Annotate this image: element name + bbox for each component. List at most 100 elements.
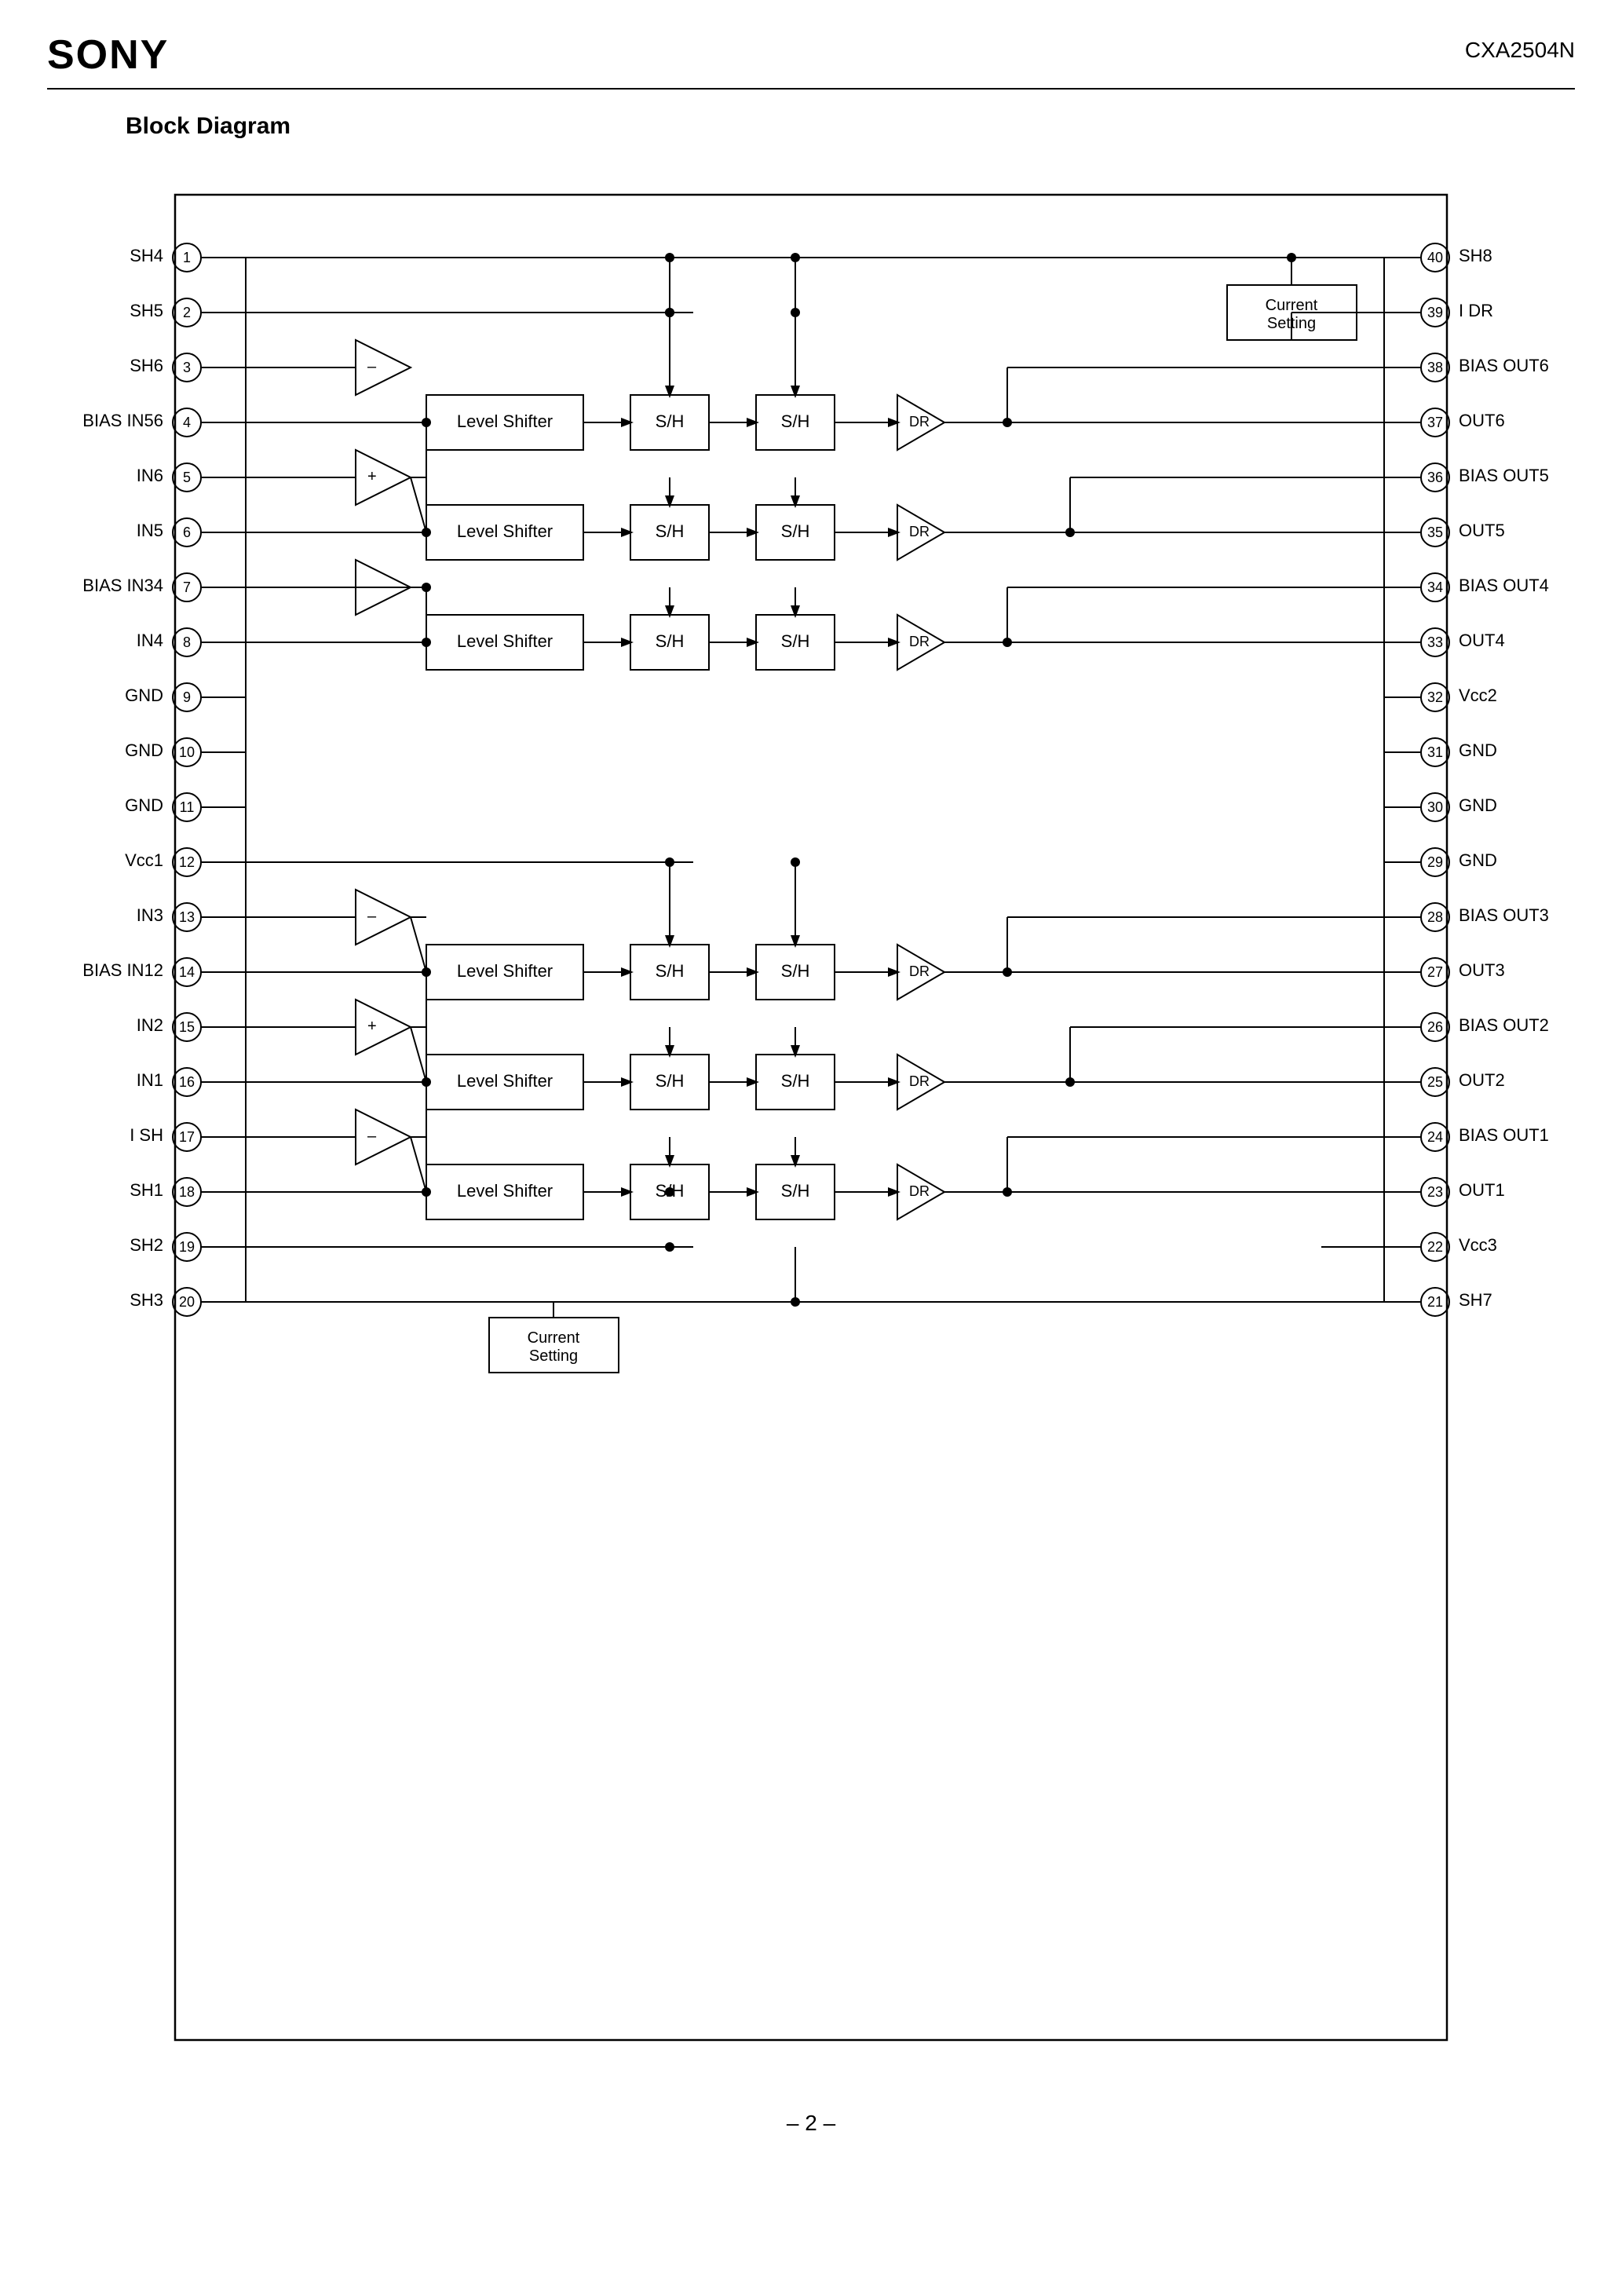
svg-text:33: 33: [1427, 634, 1443, 650]
svg-text:Vcc3: Vcc3: [1459, 1235, 1497, 1255]
svg-text:SH7: SH7: [1459, 1290, 1492, 1310]
svg-text:15: 15: [179, 1019, 195, 1035]
svg-text:24: 24: [1427, 1129, 1443, 1145]
svg-text:S/H: S/H: [656, 961, 685, 981]
svg-text:S/H: S/H: [781, 1071, 810, 1091]
svg-text:18: 18: [179, 1184, 195, 1200]
svg-text:7: 7: [183, 579, 191, 595]
svg-text:S/H: S/H: [781, 411, 810, 431]
svg-text:BIAS IN34: BIAS IN34: [82, 576, 163, 595]
svg-text:+: +: [367, 468, 377, 485]
svg-text:26: 26: [1427, 1019, 1443, 1035]
svg-text:DR: DR: [909, 414, 930, 430]
svg-text:GND: GND: [1459, 740, 1497, 760]
svg-text:20: 20: [179, 1294, 195, 1310]
svg-text:4: 4: [183, 415, 191, 430]
svg-text:SH8: SH8: [1459, 246, 1492, 265]
svg-text:10: 10: [179, 744, 195, 760]
svg-text:34: 34: [1427, 579, 1443, 595]
svg-text:OUT6: OUT6: [1459, 411, 1505, 430]
svg-text:DR: DR: [909, 1073, 930, 1089]
svg-text:37: 37: [1427, 415, 1443, 430]
svg-text:19: 19: [179, 1239, 195, 1255]
svg-text:Vcc1: Vcc1: [125, 850, 163, 870]
svg-text:32: 32: [1427, 689, 1443, 705]
svg-text:22: 22: [1427, 1239, 1443, 1255]
svg-text:SH5: SH5: [130, 301, 163, 320]
svg-text:8: 8: [183, 634, 191, 650]
svg-text:–: –: [367, 1128, 377, 1145]
svg-text:35: 35: [1427, 525, 1443, 540]
svg-text:–: –: [367, 358, 377, 375]
svg-text:DR: DR: [909, 524, 930, 539]
svg-text:Level Shifter: Level Shifter: [457, 1181, 553, 1201]
svg-text:OUT1: OUT1: [1459, 1180, 1505, 1200]
svg-text:S/H: S/H: [781, 631, 810, 651]
svg-text:27: 27: [1427, 964, 1443, 980]
svg-text:Vcc2: Vcc2: [1459, 686, 1497, 705]
svg-text:IN2: IN2: [137, 1015, 163, 1035]
svg-text:11: 11: [180, 799, 195, 815]
svg-text:40: 40: [1427, 250, 1443, 265]
svg-text:S/H: S/H: [656, 631, 685, 651]
svg-text:3: 3: [183, 360, 191, 375]
svg-text:GND: GND: [125, 686, 163, 705]
svg-text:BIAS OUT5: BIAS OUT5: [1459, 466, 1549, 485]
block-diagram-svg: SH4 1 SH5 2 SH6 3 BIAS IN56 4 IN6 5: [65, 171, 1557, 2095]
svg-text:Current: Current: [1266, 297, 1318, 314]
page: SONY CXA2504N Block Diagram SH4 1: [0, 0, 1622, 2296]
block-diagram-container: SH4 1 SH5 2 SH6 3 BIAS IN56 4 IN6 5: [65, 171, 1557, 2095]
svg-text:–: –: [367, 908, 377, 925]
header: SONY CXA2504N: [47, 31, 1575, 90]
svg-text:+: +: [367, 1018, 377, 1035]
svg-text:SH3: SH3: [130, 1290, 163, 1310]
sony-logo: SONY: [47, 31, 169, 79]
svg-text:BIAS OUT4: BIAS OUT4: [1459, 576, 1549, 595]
svg-text:25: 25: [1427, 1074, 1443, 1090]
svg-text:39: 39: [1427, 305, 1443, 320]
svg-text:S/H: S/H: [781, 961, 810, 981]
svg-text:OUT5: OUT5: [1459, 521, 1505, 540]
svg-text:14: 14: [179, 964, 195, 980]
svg-text:SH2: SH2: [130, 1235, 163, 1255]
page-number: – 2 –: [787, 2111, 835, 2135]
svg-text:IN1: IN1: [137, 1070, 163, 1090]
svg-text:SH4: SH4: [130, 246, 163, 265]
svg-text:6: 6: [183, 525, 191, 540]
svg-text:OUT4: OUT4: [1459, 631, 1505, 650]
svg-text:GND: GND: [125, 740, 163, 760]
svg-text:S/H: S/H: [656, 1071, 685, 1091]
svg-text:SH1: SH1: [130, 1180, 163, 1200]
svg-text:OUT3: OUT3: [1459, 960, 1505, 980]
svg-text:Level Shifter: Level Shifter: [457, 411, 553, 431]
svg-text:1: 1: [183, 250, 191, 265]
svg-text:36: 36: [1427, 470, 1443, 485]
svg-text:Setting: Setting: [529, 1347, 578, 1365]
svg-text:IN6: IN6: [137, 466, 163, 485]
svg-text:Level Shifter: Level Shifter: [457, 1071, 553, 1091]
svg-text:S/H: S/H: [781, 1181, 810, 1201]
svg-text:BIAS IN12: BIAS IN12: [82, 960, 163, 980]
svg-text:21: 21: [1427, 1294, 1443, 1310]
svg-text:30: 30: [1427, 799, 1443, 815]
svg-text:Level Shifter: Level Shifter: [457, 961, 553, 981]
svg-text:DR: DR: [909, 963, 930, 979]
page-footer: – 2 –: [47, 2111, 1575, 2136]
svg-text:S/H: S/H: [656, 411, 685, 431]
svg-text:SH6: SH6: [130, 356, 163, 375]
svg-text:GND: GND: [1459, 795, 1497, 815]
svg-text:BIAS IN56: BIAS IN56: [82, 411, 163, 430]
svg-text:S/H: S/H: [781, 521, 810, 541]
svg-text:GND: GND: [125, 795, 163, 815]
svg-text:9: 9: [183, 689, 191, 705]
svg-text:DR: DR: [909, 634, 930, 649]
svg-text:I DR: I DR: [1459, 301, 1493, 320]
svg-text:IN5: IN5: [137, 521, 163, 540]
svg-text:29: 29: [1427, 854, 1443, 870]
svg-text:5: 5: [183, 470, 191, 485]
svg-text:IN4: IN4: [137, 631, 163, 650]
svg-text:DR: DR: [909, 1183, 930, 1199]
svg-text:28: 28: [1427, 909, 1443, 925]
section-title: Block Diagram: [126, 113, 1575, 140]
svg-text:31: 31: [1427, 744, 1443, 760]
